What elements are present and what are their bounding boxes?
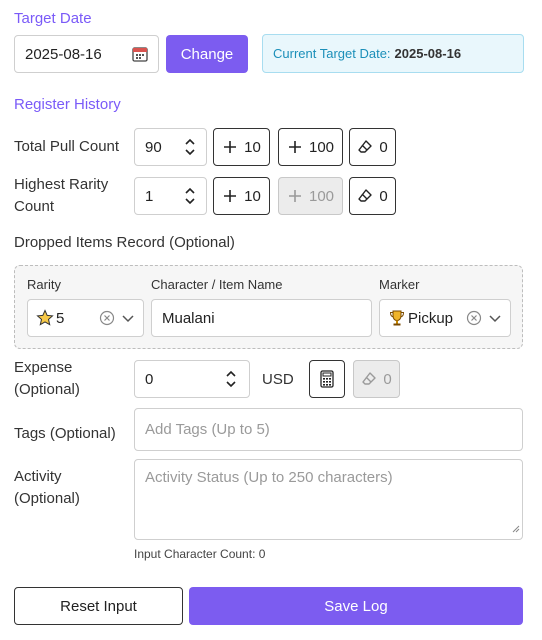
chevron-up-icon[interactable] <box>184 186 196 196</box>
total-pull-stepper[interactable] <box>182 137 198 157</box>
total-pull-add-100-button[interactable]: 100 <box>278 128 343 166</box>
add-100-label: 100 <box>308 138 335 156</box>
reset-label: 0 <box>379 138 388 156</box>
rarity-header: Rarity <box>27 277 61 292</box>
highest-rarity-add-100-button[interactable]: 100 <box>278 177 343 215</box>
add-100-label: 100 <box>308 187 335 205</box>
marker-header: Marker <box>379 277 420 292</box>
total-pull-label: Total Pull Count <box>14 138 120 155</box>
current-target-date-value: 2025-08-16 <box>394 46 462 61</box>
eraser-icon <box>358 189 373 202</box>
target-date-title: Target Date <box>14 10 92 27</box>
activity-label-line1: Activity <box>14 468 62 485</box>
resize-handle-icon[interactable] <box>512 520 520 537</box>
currency-label: USD <box>262 371 294 388</box>
plus-icon <box>288 190 301 202</box>
save-log-button[interactable]: Save Log <box>189 587 523 625</box>
calculator-button[interactable] <box>309 360 345 398</box>
plus-icon <box>224 190 237 202</box>
trophy-icon <box>388 309 406 327</box>
eraser-icon <box>362 372 377 385</box>
chevron-down-icon[interactable] <box>184 147 196 157</box>
total-pull-value: 90 <box>145 138 162 156</box>
clear-icon[interactable] <box>466 310 482 326</box>
activity-label-line2: (Optional) <box>14 490 80 507</box>
clear-icon[interactable] <box>99 310 115 326</box>
highest-rarity-reset-button[interactable]: 0 <box>349 177 396 215</box>
expense-label-line1: Expense <box>14 359 73 376</box>
highest-rarity-label-line1: Highest Rarity <box>14 176 109 193</box>
chevron-down-icon[interactable] <box>488 313 502 323</box>
marker-value: Pickup <box>408 309 454 327</box>
chevron-down-icon[interactable] <box>225 379 237 389</box>
tags-placeholder: Add Tags (Up to 5) <box>145 421 270 438</box>
activity-placeholder: Activity Status (Up to 250 characters) <box>145 469 393 486</box>
highest-rarity-stepper[interactable] <box>182 186 198 206</box>
calendar-icon[interactable] <box>132 46 148 62</box>
chevron-down-icon[interactable] <box>184 196 196 206</box>
tags-input[interactable]: Add Tags (Up to 5) <box>134 408 523 451</box>
expense-reset-button[interactable]: 0 <box>353 360 400 398</box>
star-icon <box>36 309 54 327</box>
highest-rarity-label: Highest Rarity Count <box>14 174 108 218</box>
highest-rarity-value: 1 <box>145 187 154 205</box>
item-name-header: Character / Item Name <box>151 277 283 292</box>
change-date-button[interactable]: Change <box>166 35 248 73</box>
item-name-value: Mualani <box>162 309 215 327</box>
rarity-value: 5 <box>56 309 65 327</box>
chevron-up-icon[interactable] <box>184 137 196 147</box>
marker-select[interactable]: Pickup <box>379 299 511 337</box>
expense-label: Expense (Optional) <box>14 357 80 401</box>
highest-rarity-add-10-button[interactable]: 10 <box>213 177 270 215</box>
highest-rarity-input[interactable]: 1 <box>134 177 207 215</box>
expense-stepper[interactable] <box>223 369 239 389</box>
reset-label: 0 <box>383 370 392 388</box>
total-pull-input[interactable]: 90 <box>134 128 207 166</box>
chevron-down-icon[interactable] <box>121 313 135 323</box>
register-history-title: Register History <box>14 96 121 113</box>
rarity-select[interactable]: 5 <box>27 299 144 337</box>
reset-label: 0 <box>379 187 388 205</box>
expense-input[interactable]: 0 <box>134 360 250 398</box>
current-target-date-label: Current Target Date: <box>273 46 391 61</box>
plus-icon <box>224 141 237 153</box>
chevron-up-icon[interactable] <box>225 369 237 379</box>
date-input[interactable]: 2025-08-16 <box>14 35 159 73</box>
tags-label: Tags (Optional) <box>14 425 116 442</box>
expense-label-line2: (Optional) <box>14 381 80 398</box>
dropped-items-title: Dropped Items Record (Optional) <box>14 234 235 251</box>
add-10-label: 10 <box>244 187 261 205</box>
total-pull-add-10-button[interactable]: 10 <box>213 128 270 166</box>
eraser-icon <box>358 140 373 153</box>
activity-textarea[interactable]: Activity Status (Up to 250 characters) <box>134 459 523 540</box>
current-target-date-box: Current Target Date: 2025-08-16 <box>262 34 524 73</box>
plus-icon <box>288 141 301 153</box>
item-name-input[interactable]: Mualani <box>151 299 372 337</box>
calculator-icon <box>320 370 334 388</box>
char-count: Input Character Count: 0 <box>134 547 266 561</box>
highest-rarity-label-line2: Count <box>14 198 55 215</box>
expense-value: 0 <box>145 370 154 388</box>
activity-label: Activity (Optional) <box>14 466 80 510</box>
total-pull-reset-button[interactable]: 0 <box>349 128 396 166</box>
add-10-label: 10 <box>244 138 261 156</box>
reset-input-button[interactable]: Reset Input <box>14 587 183 625</box>
date-value: 2025-08-16 <box>25 45 102 63</box>
